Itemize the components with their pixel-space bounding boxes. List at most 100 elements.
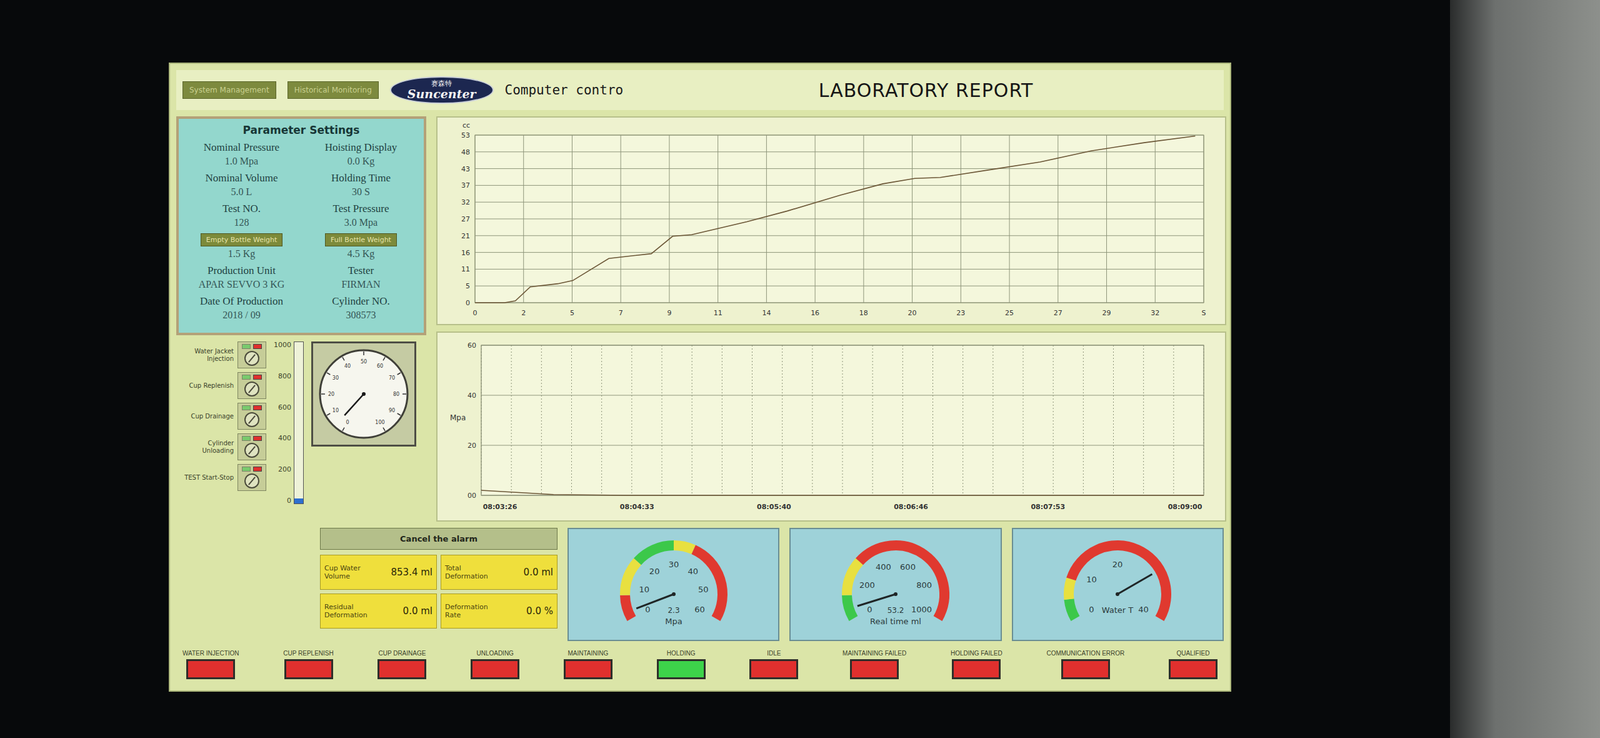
status-label: HOLDING FAILED xyxy=(950,649,1003,657)
parameter-value: 3.0 Mpa xyxy=(344,216,378,229)
switch-label: Cup Drainage xyxy=(176,412,234,420)
switch-row: Cylinder Unloading xyxy=(176,433,267,460)
x-tick: 25 xyxy=(1005,308,1014,317)
gauge-tick: 10 xyxy=(638,584,650,594)
dial-label: 0 xyxy=(345,419,349,425)
status-label: MAINTAINING xyxy=(567,649,609,657)
gauge-band xyxy=(1071,545,1167,619)
parameter-value: 5.0 L xyxy=(231,186,253,198)
x-tick: 2 xyxy=(521,308,526,317)
controls: Water Jacket InjectionCup ReplenishCup D… xyxy=(176,341,427,510)
grid-line xyxy=(475,185,1204,186)
level-ticks: 10008006004002000 xyxy=(273,341,292,504)
status-label: CUP DRAINAGE xyxy=(378,649,426,657)
level-tick: 200 xyxy=(278,465,292,473)
parameter-field: Test NO.128 xyxy=(185,202,299,229)
grid-line xyxy=(1009,135,1010,303)
grid-line xyxy=(1053,345,1054,495)
gauge-unit: Water T xyxy=(1101,605,1134,615)
readout-label: Total Deformation xyxy=(445,563,494,580)
dial-label: 10 xyxy=(332,407,339,414)
x-tick: 08:07:53 xyxy=(1030,502,1065,511)
cancel-alarm-button[interactable]: Cancel the alarm xyxy=(320,527,558,550)
logo-brand: Suncenter xyxy=(407,87,477,101)
status-label: QUALIFIED xyxy=(1176,649,1210,657)
switch-knob[interactable] xyxy=(237,402,267,430)
grid-line xyxy=(811,345,813,495)
knob-icon xyxy=(244,381,260,397)
readout-area: Cancel the alarmCup Water Volume853.4 ml… xyxy=(320,527,558,629)
y-tick: 21 xyxy=(461,231,470,240)
grid-line xyxy=(1203,345,1205,495)
gauge-tick: 20 xyxy=(649,566,660,576)
dial-tick xyxy=(326,413,330,415)
x-tick: 08:06:46 xyxy=(893,502,929,511)
gauge-band xyxy=(625,595,632,619)
dial-label: 60 xyxy=(376,363,384,369)
main-area: Parameter SettingsNominal Pressure1.0 Mp… xyxy=(176,116,1224,522)
status-lamp xyxy=(1061,658,1110,679)
real-time-volume-gauge: 0200400600800100053.2Real time ml xyxy=(811,532,980,636)
parameter-panel: Parameter SettingsNominal Pressure1.0 Mp… xyxy=(176,116,427,335)
gauge-tick: 0 xyxy=(866,604,872,614)
gauge-tick: 60 xyxy=(694,604,705,614)
switch-knob[interactable] xyxy=(237,433,267,460)
grid-line xyxy=(721,345,723,495)
x-tick: 23 xyxy=(956,308,965,317)
dial-tick xyxy=(342,356,345,360)
parameter-button[interactable]: Empty Bottle Weight xyxy=(200,233,284,247)
left-column: Parameter SettingsNominal Pressure1.0 Mp… xyxy=(176,116,427,522)
parameter-grid: Nominal Pressure1.0 MpaHoisting Display0… xyxy=(185,141,418,321)
nav-button[interactable]: Historical Monitoring xyxy=(287,81,379,99)
parameter-field: Date Of Production2018 / 09 xyxy=(185,295,299,321)
parameter-label: Cylinder NO. xyxy=(331,295,390,308)
red-lamp xyxy=(253,374,262,380)
gauge-tick: 0 xyxy=(1089,604,1095,614)
status-label: MAINTAINING FAILED xyxy=(842,649,907,657)
parameter-button[interactable]: Full Bottle Weight xyxy=(325,233,397,247)
gauge-hub xyxy=(1115,591,1120,596)
status-lamp xyxy=(377,658,427,679)
readout-value: 0.0 ml xyxy=(376,605,433,617)
grid-line xyxy=(717,135,719,303)
gauge-tick: 50 xyxy=(698,584,709,594)
switch-lamps xyxy=(241,405,262,410)
volume-chart: 05111621273237434853cc025791114161820232… xyxy=(437,117,1225,324)
grid-line xyxy=(475,302,1204,304)
dial-tick xyxy=(363,351,365,355)
switch-lamps xyxy=(241,435,262,441)
parameter-field: Test Pressure3.0 Mpa xyxy=(304,202,418,229)
gauge-band xyxy=(637,545,674,562)
status-item: CUP REPLENISH xyxy=(283,649,334,679)
grid-line xyxy=(1113,345,1114,495)
gauge-band xyxy=(693,549,722,619)
y-unit: cc xyxy=(462,121,470,130)
x-tick: 08:04:33 xyxy=(620,502,655,511)
knob-icon xyxy=(244,473,260,489)
switch-knob[interactable] xyxy=(237,341,267,369)
gauge-reading: 53.2 xyxy=(887,605,905,615)
switch-knob[interactable] xyxy=(237,371,267,399)
y-tick: 16 xyxy=(461,248,470,257)
dial-tick xyxy=(397,372,401,375)
grid-line xyxy=(1023,345,1024,495)
switch-knob[interactable] xyxy=(237,463,267,491)
parameter-label: Date Of Production xyxy=(200,295,284,308)
grid-line xyxy=(1106,135,1107,303)
grid-line xyxy=(1173,345,1174,495)
grid-line xyxy=(475,168,1204,169)
status-lamp xyxy=(563,658,613,679)
parameter-field: Cylinder NO.308573 xyxy=(304,295,418,321)
parameter-value: FIRMAN xyxy=(341,278,380,290)
grid-line xyxy=(911,135,913,303)
switch-lamps xyxy=(241,374,262,380)
water-temperature-gauge: 0102040Water T xyxy=(1033,532,1202,636)
dial-tick xyxy=(321,393,325,395)
status-item: MAINTAINING FAILED xyxy=(842,649,907,679)
gauge-box: 0200400600800100053.2Real time ml xyxy=(789,527,1002,641)
parameter-value: 4.5 Kg xyxy=(347,248,375,260)
gauge-band xyxy=(859,545,945,619)
parameter-value: 128 xyxy=(234,216,250,229)
nav-button[interactable]: System Management xyxy=(182,81,277,99)
grid-line xyxy=(571,135,573,303)
